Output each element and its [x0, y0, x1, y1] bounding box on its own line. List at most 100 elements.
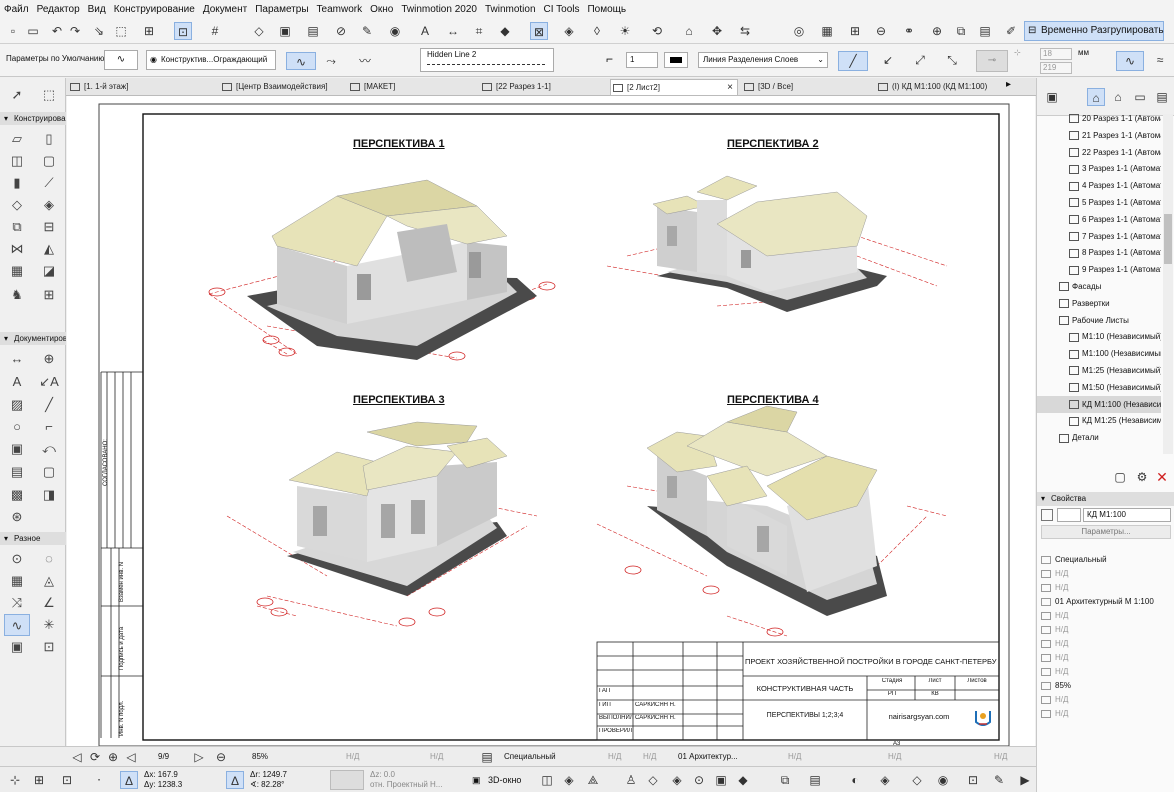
new-icon[interactable]: ▫	[4, 22, 22, 40]
radial-dim-tool-icon[interactable]: ⤨	[4, 592, 30, 614]
tab-floor-1[interactable]: [1. 1-й этаж]	[68, 79, 214, 95]
3d-zoom-icon[interactable]: ⊙	[690, 771, 708, 789]
property-row[interactable]: Н/Д	[1037, 665, 1174, 679]
project-map-icon[interactable]: ⌂	[1087, 88, 1105, 106]
property-row[interactable]: Н/Д	[1037, 623, 1174, 637]
line-tool-icon[interactable]: ╱	[36, 394, 62, 416]
tab-interaction-center[interactable]: [Центр Взаимодействия]	[220, 79, 344, 95]
delta-r[interactable]: Δr: 1249.7	[250, 770, 287, 779]
params-button[interactable]: Параметры...	[1041, 525, 1171, 539]
redo-icon[interactable]: ↷	[66, 22, 84, 40]
tab-layout[interactable]: [МАКЕТ]	[348, 79, 476, 95]
label-tool-icon[interactable]: ↙A	[36, 371, 62, 393]
property-row[interactable]: Н/Д	[1037, 693, 1174, 707]
wave-icon[interactable]: ≈	[1150, 51, 1170, 71]
status-nd-5[interactable]: Н/Д	[788, 747, 801, 767]
layer-line-dropdown[interactable]: Линия Разделения Слоев ⌄	[698, 52, 828, 68]
view-map-icon[interactable]: ⌂	[1109, 88, 1127, 106]
grid-element-tool-icon[interactable]: ⊙	[4, 548, 30, 570]
delta-x[interactable]: Δx: 167.9	[144, 770, 178, 779]
line-style-1-icon[interactable]: ╱	[838, 51, 868, 71]
detail-tool-icon[interactable]: ◨	[36, 484, 62, 506]
link-icon[interactable]: ⚭	[900, 22, 918, 40]
line-style-4-icon[interactable]: ⤡	[938, 51, 966, 71]
pen-set-icon[interactable]: ▣	[276, 22, 294, 40]
property-row[interactable]: Н/Д	[1037, 637, 1174, 651]
tab-overflow-icon[interactable]: ▸	[1006, 79, 1011, 90]
edit-icon[interactable]: ✐	[1002, 22, 1020, 40]
3d-pin-icon[interactable]: ✎	[990, 771, 1008, 789]
hotspot-star-tool-icon[interactable]: ✳	[36, 614, 62, 636]
3d-window-button[interactable]: ▣ 3D-окно	[470, 770, 530, 790]
3d-video-icon[interactable]: ▶	[1016, 771, 1034, 789]
navigator-item[interactable]: КД M1:25 (Независимы	[1037, 412, 1161, 429]
close-icon[interactable]: ×	[727, 80, 733, 95]
text-icon[interactable]: A	[416, 22, 434, 40]
line-type-field[interactable]: Hidden Line 2	[420, 48, 554, 72]
image-tool-icon[interactable]: ▣	[4, 636, 30, 658]
layer-combo-value[interactable]: Специальный	[504, 747, 556, 767]
section-tool-icon[interactable]: ⤺	[36, 438, 62, 460]
door-tool-icon[interactable]: ◫	[4, 150, 30, 172]
3d-light-icon[interactable]: ◇	[908, 771, 926, 789]
special-snap-icon[interactable]: ⋅	[90, 771, 108, 789]
navigator-item[interactable]: 5 Разрез 1-1 (Автомат	[1037, 194, 1161, 211]
layer-icon[interactable]: ◇	[250, 22, 268, 40]
scale-value[interactable]: 01 Архитектур...	[678, 747, 738, 767]
arrow-tool-icon[interactable]: ➚	[4, 84, 30, 106]
spline-tool-icon[interactable]: ∿	[4, 614, 30, 636]
angle-dim-tool-icon[interactable]: ∠	[36, 592, 62, 614]
layout-canvas[interactable]: ПЕРСПЕКТИВА 1 ПЕРСПЕКТИВА 2 ПЕРСПЕКТИВА …	[67, 96, 1035, 747]
slab-tool-icon[interactable]: ◇	[4, 194, 30, 216]
paint-icon[interactable]: ✎	[358, 22, 376, 40]
navigator-item[interactable]: 3 Разрез 1-1 (Автомат	[1037, 160, 1161, 177]
pen-color-swatch[interactable]	[664, 52, 688, 68]
object-tool-icon[interactable]: ▮	[4, 172, 30, 194]
render-icon[interactable]: ☀	[616, 22, 634, 40]
navigator-item[interactable]: M1:25 (Независимый)	[1037, 362, 1161, 379]
marquee-tool-icon[interactable]: ⬚	[36, 84, 62, 106]
change-tool-icon[interactable]: ⊛	[4, 506, 30, 528]
3d-pan-icon[interactable]: ◈	[668, 771, 686, 789]
3d-orbit-icon[interactable]: ◇	[644, 771, 662, 789]
teamwork-icon[interactable]: ⊕	[928, 22, 946, 40]
size-value-1[interactable]: 18	[1040, 48, 1072, 60]
menu-options[interactable]: Параметры	[255, 4, 308, 15]
bezier-mode-icon[interactable]: ⤳	[322, 52, 340, 70]
delete-icon[interactable]: ✕	[1153, 468, 1171, 486]
curtain-wall-tool-icon[interactable]: ▦	[4, 260, 30, 282]
status-nd-6[interactable]: Н/Д	[888, 747, 901, 767]
select-area-icon[interactable]: ⬚	[112, 22, 130, 40]
marker-icon[interactable]: ◆	[496, 22, 514, 40]
navigator-scrollbar[interactable]	[1163, 114, 1173, 454]
settings-icon[interactable]: ⚙	[1133, 468, 1151, 486]
delta-z[interactable]: Δz: 0.0	[370, 770, 395, 779]
lamp-tool-icon[interactable]: ◌	[36, 548, 62, 570]
property-row[interactable]: Н/Д	[1037, 581, 1174, 595]
navigator-item[interactable]: КД M1:100 (Независим	[1037, 395, 1161, 413]
snap-icon[interactable]: ⊹	[6, 771, 24, 789]
release-icon[interactable]: ▤	[976, 22, 994, 40]
layer-combo-icon[interactable]: ▤	[478, 748, 496, 766]
camera-icon[interactable]: ◎	[790, 22, 808, 40]
arrowhead-icon[interactable]: ⊸	[976, 50, 1008, 72]
property-row[interactable]: Н/Д	[1037, 609, 1174, 623]
prev-icon[interactable]: ◁	[122, 748, 140, 766]
skylight-tool-icon[interactable]: ◪	[36, 260, 62, 282]
menu-document[interactable]: Документ	[203, 4, 247, 15]
temp-ungroup-button[interactable]: ⊟ Временно Разгрупировать	[1024, 21, 1164, 41]
forward-icon[interactable]: ⟳	[86, 748, 104, 766]
tab-section-22[interactable]: [22 Разрез 1-1]	[480, 79, 606, 95]
navigator-item[interactable]: Развертки	[1037, 295, 1161, 312]
perspective-icon[interactable]: ◊	[588, 22, 606, 40]
hotspot-tool-icon[interactable]: ▣	[4, 438, 30, 460]
3d-sun-icon[interactable]: ◈	[876, 771, 894, 789]
eye-icon[interactable]: ◉	[386, 22, 404, 40]
navigator-item[interactable]: 20 Разрез 1-1 (Автомат	[1037, 110, 1161, 127]
menu-help[interactable]: Помощь	[587, 4, 626, 15]
hide-icon[interactable]: ⊖	[872, 22, 890, 40]
plane-icon[interactable]	[330, 770, 364, 790]
new-layout-icon[interactable]: ▢	[1111, 468, 1129, 486]
menu-twinmotion[interactable]: Twinmotion	[485, 4, 536, 15]
navigator-item[interactable]: 7 Разрез 1-1 (Автомат	[1037, 228, 1161, 245]
